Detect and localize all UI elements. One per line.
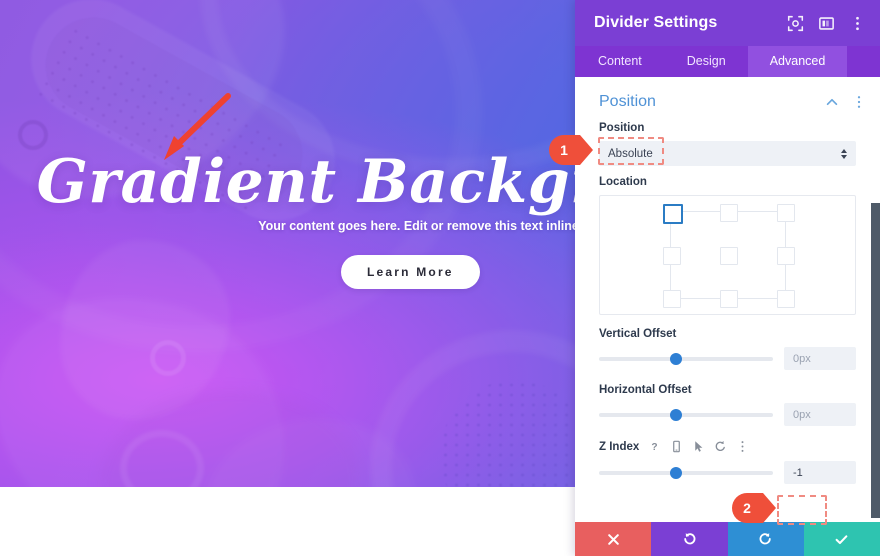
location-cell-top-center[interactable] bbox=[719, 204, 738, 222]
location-label: Location bbox=[599, 176, 647, 188]
mobile-icon[interactable] bbox=[670, 440, 683, 453]
horizontal-offset-input[interactable]: 0px bbox=[784, 403, 856, 426]
more-options-icon[interactable] bbox=[736, 440, 749, 453]
more-options-icon[interactable] bbox=[849, 15, 866, 32]
vertical-offset-control: 0px bbox=[599, 347, 856, 370]
vertical-offset-label: Vertical Offset bbox=[599, 328, 677, 340]
panel-header-icons bbox=[787, 15, 866, 32]
location-cell-bottom-center[interactable] bbox=[719, 290, 738, 308]
redo-button[interactable] bbox=[727, 522, 804, 556]
slider-thumb[interactable] bbox=[669, 352, 682, 365]
position-label: Position bbox=[599, 122, 645, 134]
location-picker bbox=[599, 195, 856, 315]
more-options-icon[interactable] bbox=[852, 95, 866, 109]
z-index-label-row: Z Index ? bbox=[599, 440, 856, 453]
z-index-field: Z Index ? -1 bbox=[575, 440, 880, 484]
position-section-header: Position bbox=[575, 82, 880, 122]
location-cell-center[interactable] bbox=[719, 247, 738, 265]
location-cell-middle-right[interactable] bbox=[776, 247, 795, 265]
position-field: Position Absolute bbox=[575, 122, 880, 166]
panel-tabs: Content Design Advanced bbox=[575, 46, 880, 77]
panel-title: Divider Settings bbox=[594, 14, 718, 31]
position-select-value: Absolute bbox=[608, 147, 653, 160]
check-icon bbox=[835, 534, 848, 544]
location-cell-bottom-right[interactable] bbox=[776, 290, 795, 308]
save-button[interactable] bbox=[803, 522, 880, 556]
location-field: Location bbox=[575, 176, 880, 315]
panel-footer bbox=[575, 522, 880, 556]
z-index-slider[interactable] bbox=[599, 466, 773, 479]
focus-target-icon[interactable] bbox=[787, 15, 804, 32]
divider-settings-panel: Divider Settings Content Design Advanced… bbox=[575, 0, 880, 556]
help-icon[interactable]: ? bbox=[648, 440, 661, 453]
tab-advanced[interactable]: Advanced bbox=[747, 46, 848, 77]
slider-thumb[interactable] bbox=[669, 408, 682, 421]
location-cell-top-left[interactable] bbox=[662, 204, 683, 224]
learn-more-button[interactable]: Learn More bbox=[341, 255, 480, 289]
z-index-control: -1 bbox=[599, 461, 856, 484]
undo-button[interactable] bbox=[651, 522, 728, 556]
reset-icon[interactable] bbox=[714, 440, 727, 453]
z-index-label: Z Index bbox=[599, 440, 640, 453]
location-grid bbox=[662, 204, 795, 308]
panel-body: Position Position Absolute Location Vert… bbox=[575, 77, 880, 556]
z-index-input[interactable]: -1 bbox=[784, 461, 856, 484]
cancel-button[interactable] bbox=[575, 522, 652, 556]
location-cell-middle-left[interactable] bbox=[662, 247, 681, 265]
horizontal-offset-control: 0px bbox=[599, 403, 856, 426]
section-title: Position bbox=[599, 93, 656, 110]
position-select[interactable]: Absolute bbox=[599, 141, 856, 166]
svg-text:?: ? bbox=[652, 442, 658, 453]
chevron-updown-icon bbox=[841, 148, 847, 159]
vertical-offset-input[interactable]: 0px bbox=[784, 347, 856, 370]
panel-header: Divider Settings bbox=[575, 0, 880, 46]
chevron-up-icon[interactable] bbox=[825, 95, 839, 109]
tab-design[interactable]: Design bbox=[665, 46, 748, 77]
cursor-icon[interactable] bbox=[692, 440, 705, 453]
horizontal-offset-field: Horizontal Offset 0px bbox=[575, 384, 880, 426]
screenshot-root: Gradient Background Anim Your content go… bbox=[0, 0, 880, 556]
vertical-offset-slider[interactable] bbox=[599, 352, 773, 365]
close-icon bbox=[607, 533, 619, 545]
redo-icon bbox=[759, 532, 771, 544]
panel-scrollbar[interactable] bbox=[871, 203, 880, 518]
slider-thumb[interactable] bbox=[669, 466, 682, 479]
tab-content[interactable]: Content bbox=[575, 46, 665, 77]
horizontal-offset-slider[interactable] bbox=[599, 408, 773, 421]
vertical-offset-field: Vertical Offset 0px bbox=[575, 328, 880, 370]
undo-icon bbox=[684, 532, 696, 544]
location-cell-bottom-left[interactable] bbox=[662, 290, 681, 308]
location-cell-top-right[interactable] bbox=[776, 204, 795, 222]
layout-panel-icon[interactable] bbox=[818, 15, 835, 32]
horizontal-offset-label: Horizontal Offset bbox=[599, 384, 692, 396]
